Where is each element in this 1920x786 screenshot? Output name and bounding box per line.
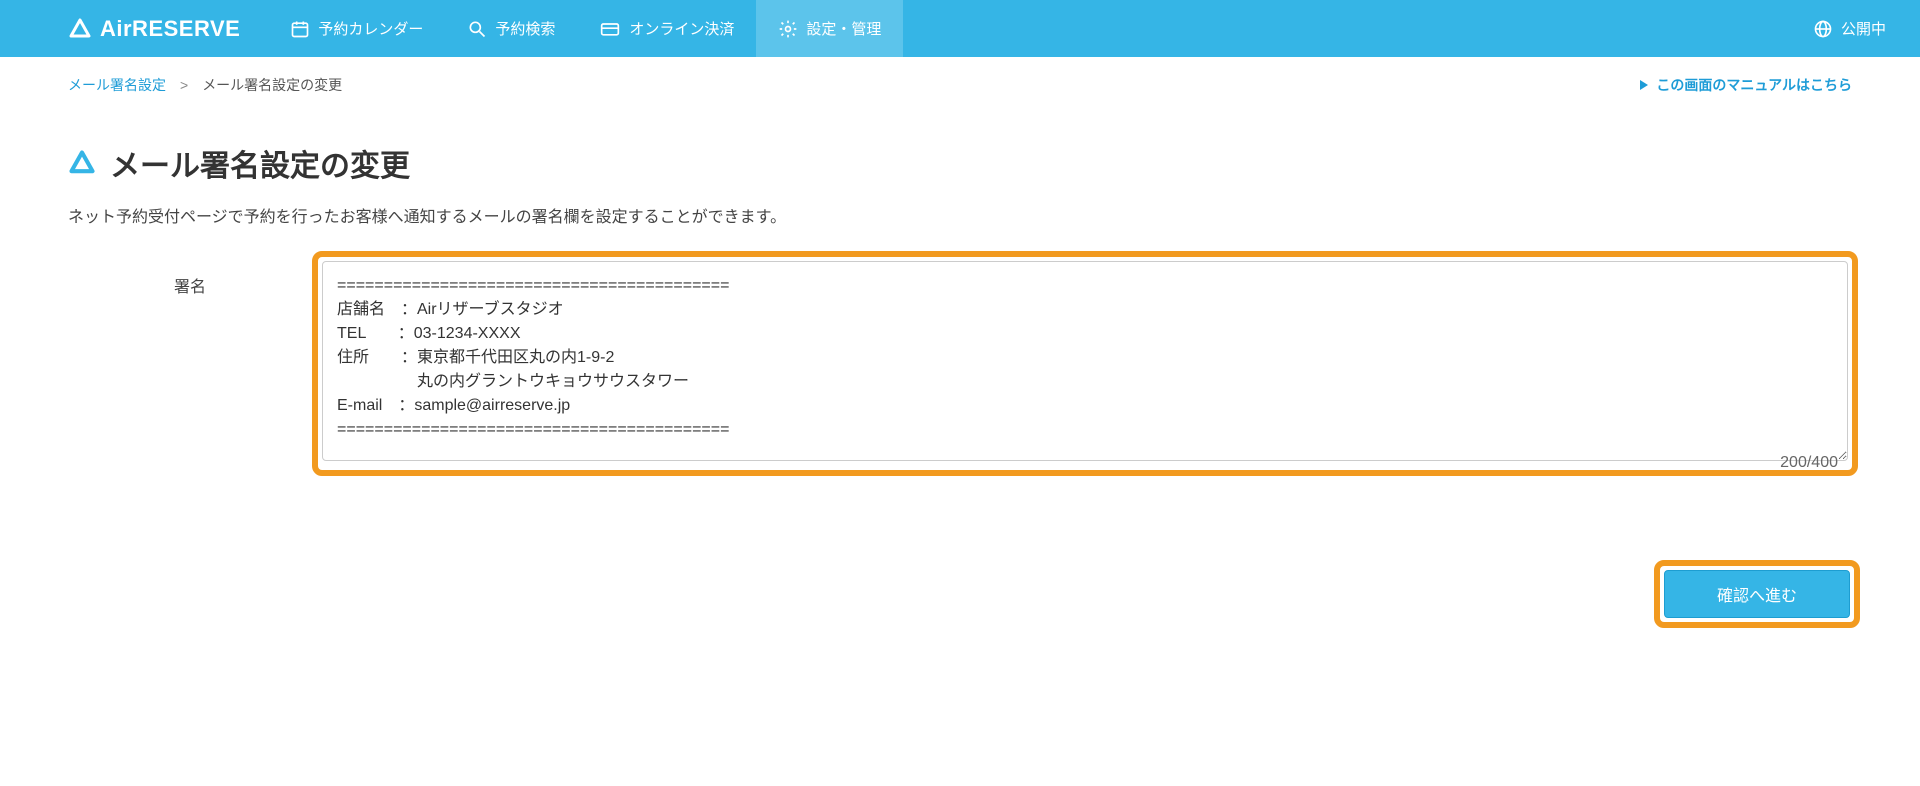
page-title: メール署名設定の変更 <box>110 141 410 185</box>
breadcrumb-current: メール署名設定の変更 <box>202 75 342 95</box>
page-description: ネット予約受付ページで予約を行ったお客様へ通知するメールの署名欄を設定することが… <box>0 197 1920 251</box>
calendar-icon <box>290 19 310 39</box>
sub-bar: メール署名設定 > メール署名設定の変更 この画面のマニュアルはこちら <box>0 57 1920 103</box>
brand-name: AirRESERVE <box>100 16 240 42</box>
signature-highlight-frame: 200/400 <box>312 251 1858 476</box>
breadcrumb-separator: > <box>180 77 188 93</box>
nav-calendar[interactable]: 予約カレンダー <box>268 0 445 57</box>
action-footer: 確認へ進む <box>0 476 1920 628</box>
manual-link[interactable]: この画面のマニュアルはこちら <box>1638 75 1852 95</box>
card-icon <box>599 19 621 39</box>
page-title-row: メール署名設定の変更 <box>0 103 1920 197</box>
header-spacer <box>903 0 1795 57</box>
main-nav: 予約カレンダー 予約検索 オンライン決済 <box>268 0 903 57</box>
nav-payment-label: オンライン決済 <box>629 18 734 39</box>
char-counter: 200/400 <box>1780 454 1838 472</box>
app-header: AirRESERVE 予約カレンダー <box>0 0 1920 57</box>
signature-form: 署名 200/400 <box>0 251 1920 476</box>
brand-logo[interactable]: AirRESERVE <box>0 0 268 57</box>
signature-label: 署名 <box>68 251 312 297</box>
publish-status-label: 公開中 <box>1841 18 1886 39</box>
header-left: AirRESERVE 予約カレンダー <box>0 0 903 57</box>
signature-textarea[interactable] <box>322 261 1848 461</box>
confirm-highlight-frame: 確認へ進む <box>1654 560 1860 628</box>
breadcrumb: メール署名設定 > メール署名設定の変更 <box>68 75 342 95</box>
nav-payment[interactable]: オンライン決済 <box>577 0 756 57</box>
breadcrumb-parent[interactable]: メール署名設定 <box>68 75 166 95</box>
nav-search[interactable]: 予約検索 <box>445 0 577 57</box>
globe-icon <box>1813 19 1833 39</box>
title-triangle-icon <box>68 149 96 177</box>
nav-search-label: 予約検索 <box>495 18 555 39</box>
search-icon <box>467 19 487 39</box>
nav-calendar-label: 予約カレンダー <box>318 18 423 39</box>
play-triangle-icon <box>1638 79 1650 91</box>
confirm-button[interactable]: 確認へ進む <box>1664 570 1850 618</box>
manual-link-label: この画面のマニュアルはこちら <box>1656 75 1852 95</box>
publish-status[interactable]: 公開中 <box>1795 0 1920 57</box>
brand-triangle-icon <box>68 17 100 41</box>
nav-settings[interactable]: 設定・管理 <box>756 0 903 57</box>
gear-icon <box>778 19 798 39</box>
nav-settings-label: 設定・管理 <box>806 18 881 39</box>
